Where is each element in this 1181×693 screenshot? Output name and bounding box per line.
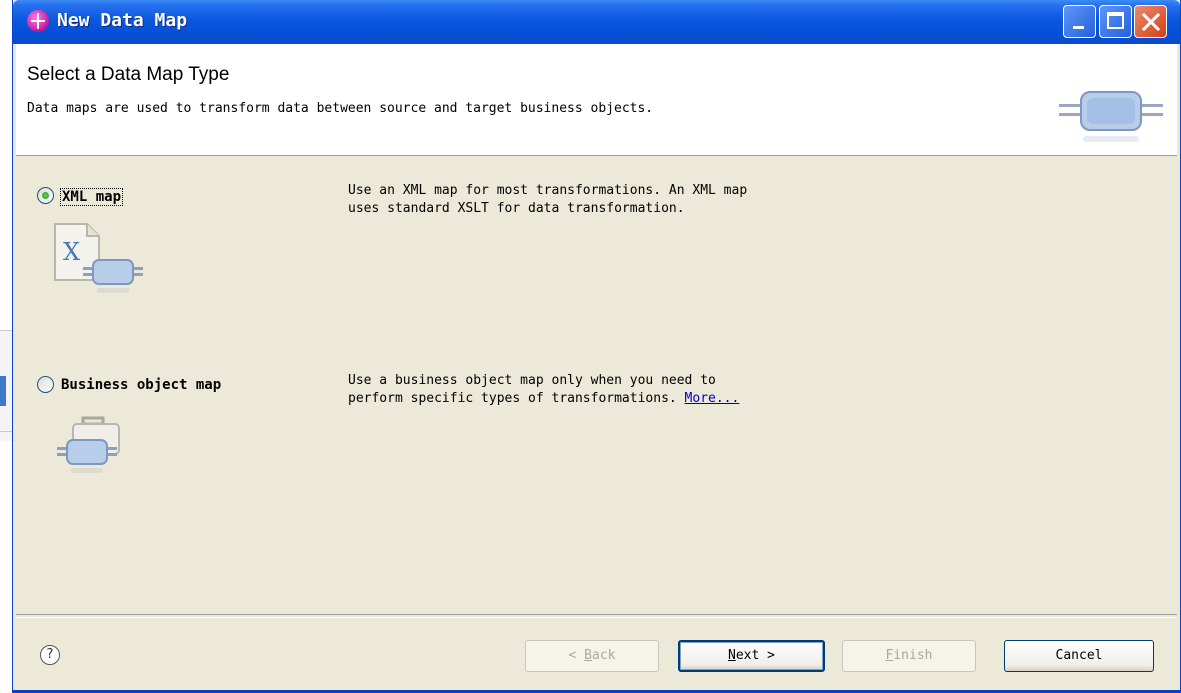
- cancel-button[interactable]: Cancel: [1004, 640, 1154, 672]
- wizard-app-icon: [27, 10, 49, 32]
- wizard-header: Select a Data Map Type Data maps are use…: [16, 44, 1177, 156]
- maximize-button[interactable]: [1099, 5, 1132, 38]
- business-object-map-label[interactable]: Business object map: [61, 377, 221, 393]
- footer-separator: [16, 614, 1177, 618]
- business-object-map-icon: [57, 416, 120, 473]
- xml-map-label[interactable]: XML map: [60, 188, 124, 206]
- window-title: New Data Map: [57, 10, 188, 31]
- business-object-map-description-line-1: Use a business object map only when you …: [348, 373, 716, 388]
- minimize-button[interactable]: [1063, 5, 1096, 38]
- svg-text:X: X: [63, 238, 80, 266]
- next-button-label: ext >: [735, 648, 775, 663]
- xml-map-description-line-2: uses standard XSLT for data transformati…: [348, 201, 685, 216]
- back-button-mnemonic: B: [584, 648, 592, 663]
- map-type-options: XML map X Use an XML map for most transf…: [16, 156, 1177, 614]
- business-object-map-description-text: perform specific types of transformation…: [348, 391, 685, 406]
- page-title: Select a Data Map Type: [27, 64, 230, 85]
- xml-map-icon: X: [54, 223, 143, 293]
- more-link[interactable]: More...: [685, 391, 740, 406]
- background-selection-marker: [0, 376, 6, 406]
- next-button[interactable]: Next >: [678, 640, 825, 672]
- back-button-label: ack: [592, 648, 616, 663]
- business-object-map-radio[interactable]: [37, 376, 54, 393]
- new-data-map-dialog: New Data Map Select a Data Map Type Data…: [12, 0, 1181, 693]
- xml-map-description-line-1: Use an XML map for most transformations.…: [348, 183, 748, 198]
- title-bar[interactable]: New Data Map: [13, 0, 1180, 44]
- back-button-prefix: <: [568, 648, 585, 663]
- back-button[interactable]: < Back: [525, 640, 659, 672]
- page-description: Data maps are used to transform data bet…: [27, 101, 654, 116]
- close-button[interactable]: [1134, 5, 1167, 38]
- finish-button-label: inish: [893, 648, 933, 663]
- help-icon[interactable]: ?: [40, 645, 60, 665]
- business-object-map-description-line-2: perform specific types of transformation…: [348, 390, 739, 408]
- data-map-banner-icon: [1059, 91, 1163, 142]
- close-icon: [1142, 13, 1160, 31]
- finish-button[interactable]: Finish: [842, 640, 976, 672]
- next-button-mnemonic: N: [728, 648, 736, 663]
- xml-map-radio[interactable]: [37, 187, 54, 204]
